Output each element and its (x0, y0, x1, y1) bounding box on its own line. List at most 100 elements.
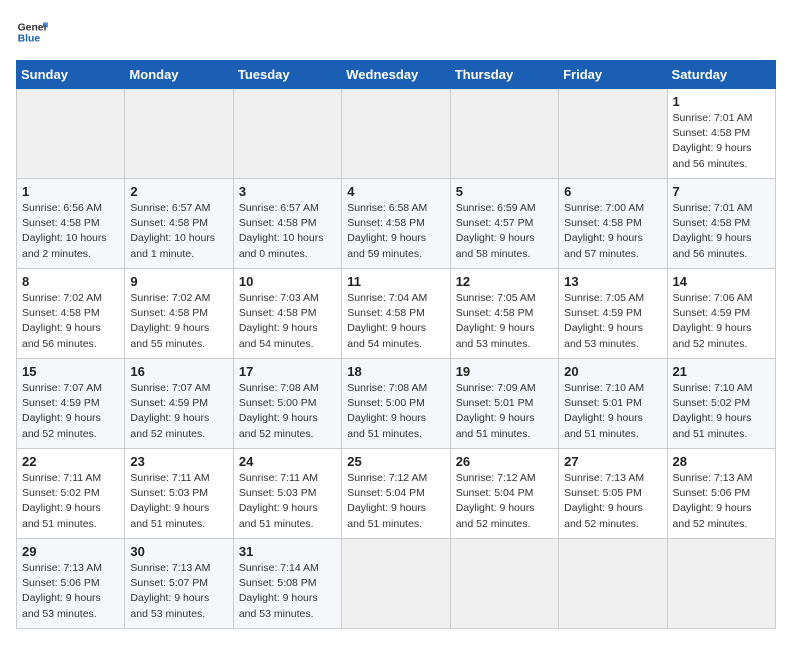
day-header-friday: Friday (559, 61, 667, 89)
day-number: 24 (239, 454, 336, 469)
day-cell: 16Sunrise: 7:07 AMSunset: 4:59 PMDayligh… (125, 359, 233, 449)
day-info: Sunrise: 7:06 AMSunset: 4:59 PMDaylight:… (673, 291, 770, 352)
day-info: Sunrise: 7:10 AMSunset: 5:02 PMDaylight:… (673, 381, 770, 442)
week-row-4: 15 Sunrise: 7:07 AMSunset: 4:59 PMDayligh… (17, 359, 776, 449)
day-info: Sunrise: 7:11 AMSunset: 5:03 PMDaylight:… (130, 471, 227, 532)
day-cell (559, 539, 667, 629)
day-info: Sunrise: 6:59 AMSunset: 4:57 PMDaylight:… (456, 201, 553, 262)
day-cell: 9Sunrise: 7:02 AMSunset: 4:58 PMDaylight… (125, 269, 233, 359)
day-info: Sunrise: 7:07 AMSunset: 4:59 PMDaylight:… (22, 381, 119, 442)
day-cell: 19 Sunrise: 7:09 AMSunset: 5:01 PMDayligh… (450, 359, 558, 449)
day-number: 11 (347, 274, 444, 289)
day-cell: 17Sunrise: 7:08 AMSunset: 5:00 PMDayligh… (233, 359, 341, 449)
day-cell: 26 Sunrise: 7:12 AMSunset: 5:04 PMDayligh… (450, 449, 558, 539)
day-number: 9 (130, 274, 227, 289)
day-number: 13 (564, 274, 661, 289)
day-info: Sunrise: 7:13 AMSunset: 5:06 PMDaylight:… (22, 561, 119, 622)
page-header: General Blue (16, 16, 776, 48)
day-header-thursday: Thursday (450, 61, 558, 89)
day-number: 20 (564, 364, 661, 379)
day-cell (559, 89, 667, 179)
day-cell: 13Sunrise: 7:05 AMSunset: 4:59 PMDayligh… (559, 269, 667, 359)
day-info: Sunrise: 6:57 AMSunset: 4:58 PMDaylight:… (239, 201, 336, 262)
day-number: 5 (456, 184, 553, 199)
day-cell: 3 Sunrise: 6:57 AMSunset: 4:58 PMDaylight… (233, 179, 341, 269)
day-cell: 18Sunrise: 7:08 AMSunset: 5:00 PMDayligh… (342, 359, 450, 449)
header-row: SundayMondayTuesdayWednesdayThursdayFrid… (17, 61, 776, 89)
day-cell: 1Sunrise: 7:01 AMSunset: 4:58 PMDaylight… (667, 89, 775, 179)
day-number: 23 (130, 454, 227, 469)
day-cell: 30 Sunrise: 7:13 AMSunset: 5:07 PMDayligh… (125, 539, 233, 629)
day-info: Sunrise: 7:11 AMSunset: 5:02 PMDaylight:… (22, 471, 119, 532)
day-number: 2 (130, 184, 227, 199)
day-cell: 2Sunrise: 6:57 AMSunset: 4:58 PMDaylight… (125, 179, 233, 269)
logo: General Blue (16, 16, 48, 48)
calendar-table: SundayMondayTuesdayWednesdayThursdayFrid… (16, 60, 776, 629)
day-info: Sunrise: 7:13 AMSunset: 5:07 PMDaylight:… (130, 561, 227, 622)
day-cell: 23 Sunrise: 7:11 AMSunset: 5:03 PMDayligh… (125, 449, 233, 539)
day-info: Sunrise: 7:04 AMSunset: 4:58 PMDaylight:… (347, 291, 444, 352)
day-number: 28 (673, 454, 770, 469)
day-header-monday: Monday (125, 61, 233, 89)
day-cell: 5 Sunrise: 6:59 AMSunset: 4:57 PMDaylight… (450, 179, 558, 269)
day-cell (233, 89, 341, 179)
week-row-6: 29 Sunrise: 7:13 AMSunset: 5:06 PMDayligh… (17, 539, 776, 629)
day-number: 14 (673, 274, 770, 289)
day-info: Sunrise: 7:07 AMSunset: 4:59 PMDaylight:… (130, 381, 227, 442)
day-info: Sunrise: 7:08 AMSunset: 5:00 PMDaylight:… (239, 381, 336, 442)
day-number: 10 (239, 274, 336, 289)
day-number: 3 (239, 184, 336, 199)
day-cell (342, 539, 450, 629)
svg-text:Blue: Blue (18, 34, 41, 45)
day-cell: 31 Sunrise: 7:14 AMSunset: 5:08 PMDayligh… (233, 539, 341, 629)
day-info: Sunrise: 7:03 AMSunset: 4:58 PMDaylight:… (239, 291, 336, 352)
day-header-saturday: Saturday (667, 61, 775, 89)
day-cell: 6 Sunrise: 7:00 AMSunset: 4:58 PMDaylight… (559, 179, 667, 269)
day-info: Sunrise: 7:00 AMSunset: 4:58 PMDaylight:… (564, 201, 661, 262)
day-cell (450, 539, 558, 629)
day-cell: 29 Sunrise: 7:13 AMSunset: 5:06 PMDayligh… (17, 539, 125, 629)
day-info: Sunrise: 7:14 AMSunset: 5:08 PMDaylight:… (239, 561, 336, 622)
day-number: 27 (564, 454, 661, 469)
day-cell: 8 Sunrise: 7:02 AMSunset: 4:58 PMDaylight… (17, 269, 125, 359)
day-number: 22 (22, 454, 119, 469)
day-cell: 12Sunrise: 7:05 AMSunset: 4:58 PMDayligh… (450, 269, 558, 359)
day-cell (667, 539, 775, 629)
day-cell: 11 Sunrise: 7:04 AMSunset: 4:58 PMDayligh… (342, 269, 450, 359)
day-info: Sunrise: 7:08 AMSunset: 5:00 PMDaylight:… (347, 381, 444, 442)
day-number: 29 (22, 544, 119, 559)
day-number: 8 (22, 274, 119, 289)
day-number: 6 (564, 184, 661, 199)
day-info: Sunrise: 7:02 AMSunset: 4:58 PMDaylight:… (22, 291, 119, 352)
day-cell: 28Sunrise: 7:13 AMSunset: 5:06 PMDayligh… (667, 449, 775, 539)
day-cell: 4 Sunrise: 6:58 AMSunset: 4:58 PMDaylight… (342, 179, 450, 269)
day-info: Sunrise: 7:13 AMSunset: 5:05 PMDaylight:… (564, 471, 661, 532)
day-number: 4 (347, 184, 444, 199)
week-row-5: 22 Sunrise: 7:11 AMSunset: 5:02 PMDayligh… (17, 449, 776, 539)
day-number: 31 (239, 544, 336, 559)
day-info: Sunrise: 7:12 AMSunset: 5:04 PMDaylight:… (456, 471, 553, 532)
day-header-sunday: Sunday (17, 61, 125, 89)
day-number: 15 (22, 364, 119, 379)
day-cell: 7Sunrise: 7:01 AMSunset: 4:58 PMDaylight… (667, 179, 775, 269)
day-number: 12 (456, 274, 553, 289)
day-header-tuesday: Tuesday (233, 61, 341, 89)
day-info: Sunrise: 7:12 AMSunset: 5:04 PMDaylight:… (347, 471, 444, 532)
day-info: Sunrise: 7:11 AMSunset: 5:03 PMDaylight:… (239, 471, 336, 532)
day-cell: 10 Sunrise: 7:03 AMSunset: 4:58 PMDayligh… (233, 269, 341, 359)
day-cell: 15 Sunrise: 7:07 AMSunset: 4:59 PMDayligh… (17, 359, 125, 449)
day-info: Sunrise: 6:58 AMSunset: 4:58 PMDaylight:… (347, 201, 444, 262)
day-cell (17, 89, 125, 179)
day-number: 25 (347, 454, 444, 469)
day-number: 30 (130, 544, 227, 559)
day-info: Sunrise: 7:10 AMSunset: 5:01 PMDaylight:… (564, 381, 661, 442)
day-cell (125, 89, 233, 179)
week-row-2: 1Sunrise: 6:56 AMSunset: 4:58 PMDaylight… (17, 179, 776, 269)
day-number: 26 (456, 454, 553, 469)
day-cell: 14 Sunrise: 7:06 AMSunset: 4:59 PMDayligh… (667, 269, 775, 359)
day-cell: 24 Sunrise: 7:11 AMSunset: 5:03 PMDayligh… (233, 449, 341, 539)
day-info: Sunrise: 7:09 AMSunset: 5:01 PMDaylight:… (456, 381, 553, 442)
day-info: Sunrise: 7:01 AMSunset: 4:58 PMDaylight:… (673, 111, 770, 172)
day-number: 19 (456, 364, 553, 379)
day-number: 7 (673, 184, 770, 199)
